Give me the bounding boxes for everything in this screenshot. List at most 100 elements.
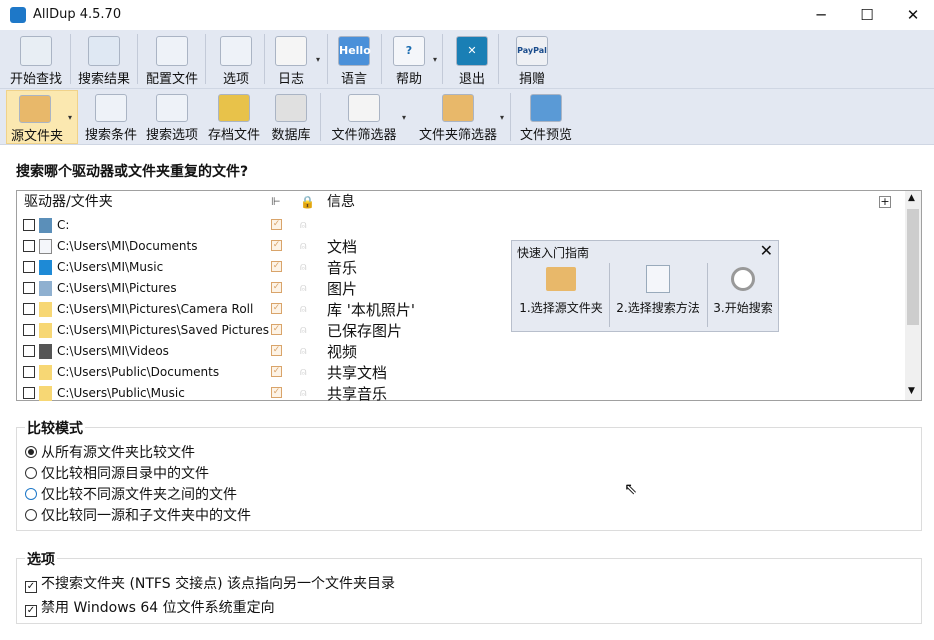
dropdown-arrow-icon[interactable]: ▾ bbox=[316, 55, 320, 64]
toolbar-button-label: 文件夹筛选器 bbox=[418, 128, 497, 143]
include-subfolders-checkbox[interactable]: ✓ bbox=[271, 282, 282, 293]
include-subfolders-checkbox[interactable]: ✓ bbox=[271, 219, 282, 230]
folder-info: 库 '本机照片' bbox=[327, 301, 416, 319]
toolbar-button-search-criteria[interactable]: 搜索条件 bbox=[82, 90, 140, 144]
dropdown-arrow-icon[interactable]: ▾ bbox=[402, 113, 406, 122]
toolbar-button-log[interactable]: 日志 bbox=[266, 32, 316, 88]
folder-filter-icon bbox=[442, 94, 474, 122]
add-folder-button[interactable]: + bbox=[879, 196, 891, 208]
minimize-button[interactable]: ─ bbox=[798, 0, 844, 30]
dropdown-arrow-icon[interactable]: ▾ bbox=[500, 113, 504, 122]
toolbar-button-save-results[interactable]: 搜索结果 bbox=[72, 32, 136, 88]
row-checkbox[interactable] bbox=[23, 219, 35, 231]
lock-icon[interactable]: ⍝ bbox=[300, 365, 307, 379]
include-subfolders-checkbox[interactable]: ✓ bbox=[271, 324, 282, 335]
include-subfolders-checkbox[interactable]: ✓ bbox=[271, 387, 282, 398]
toolbar-button-paypal[interactable]: PayPal 捐赠 bbox=[502, 32, 562, 88]
toolbar-button-magnifier[interactable]: 开始查找 bbox=[4, 32, 68, 88]
toolbar-button-config-file[interactable]: 配置文件 bbox=[140, 32, 204, 88]
source-folder-icon bbox=[19, 95, 51, 123]
toolbar-button-search-options[interactable]: 搜索选项 bbox=[142, 90, 202, 144]
row-checkbox[interactable] bbox=[23, 345, 35, 357]
step-label: 2.选择搜索方法 bbox=[616, 301, 700, 315]
row-checkbox[interactable] bbox=[23, 261, 35, 273]
lock-icon[interactable]: ⍝ bbox=[300, 260, 307, 274]
dropdown-arrow-icon[interactable]: ▾ bbox=[433, 55, 437, 64]
checkbox-label: 禁用 Windows 64 位文件系统重定向 bbox=[41, 600, 275, 616]
row-checkbox[interactable] bbox=[23, 240, 35, 252]
picture-icon bbox=[39, 281, 52, 296]
close-button[interactable]: ✕ bbox=[890, 0, 934, 30]
row-checkbox[interactable] bbox=[23, 282, 35, 294]
include-subfolders-checkbox[interactable]: ✓ bbox=[271, 303, 282, 314]
maximize-button[interactable]: ☐ bbox=[844, 0, 890, 30]
compare-mode-radio[interactable]: 仅比较同一源和子文件夹中的文件 bbox=[25, 505, 251, 525]
quick-start-step-search[interactable]: 3.开始搜索 bbox=[708, 263, 778, 329]
lock-icon[interactable]: ⍝ bbox=[300, 323, 307, 337]
toolbar-button-folder-filter[interactable]: 文件夹筛选器 bbox=[410, 90, 506, 144]
scroll-down-icon[interactable]: ▼ bbox=[908, 386, 915, 396]
folder-icon bbox=[39, 323, 52, 338]
quick-start-close-button[interactable]: ✕ bbox=[760, 241, 773, 260]
compare-mode-radio[interactable]: 仅比较相同源目录中的文件 bbox=[25, 463, 209, 483]
row-checkbox[interactable] bbox=[23, 303, 35, 315]
quick-start-panel: 快速入门指南 ✕ 1.选择源文件夹 2.选择搜索方法 3.开始搜索 bbox=[511, 240, 779, 332]
toolbar-button-language[interactable]: Hello 语言 bbox=[331, 32, 377, 88]
scroll-up-icon[interactable]: ▲ bbox=[908, 193, 915, 203]
folder-row[interactable]: C: ✓ ⍝ bbox=[17, 215, 907, 236]
include-subfolders-checkbox[interactable]: ✓ bbox=[271, 345, 282, 356]
folder-row[interactable]: C:\Users\Public\Music ✓ ⍝ 共享音乐 bbox=[17, 383, 907, 404]
dropdown-arrow-icon[interactable]: ▾ bbox=[68, 113, 72, 122]
lock-icon[interactable]: ⍝ bbox=[300, 344, 307, 358]
toolbar-button-file-preview[interactable]: 文件预览 bbox=[512, 90, 580, 144]
row-checkbox[interactable] bbox=[23, 387, 35, 399]
toolbar-separator bbox=[264, 34, 265, 84]
lock-icon[interactable]: ⍝ bbox=[300, 218, 307, 232]
toolbar-button-database[interactable]: 数据库 bbox=[266, 90, 316, 144]
toolbar-button-label: 搜索结果 bbox=[77, 72, 130, 87]
app-icon bbox=[10, 7, 26, 23]
option-checkbox[interactable]: ✓ 不搜索文件夹 (NTFS 交接点) 该点指向另一个文件夹目录 bbox=[25, 573, 395, 593]
folder-list[interactable]: 驱动器/文件夹 ⊩ 🔒 信息 + C: ✓ ⍝ C:\Users\MI\Documen… bbox=[16, 190, 922, 404]
folder-row[interactable]: C:\Users\MI\Videos ✓ ⍝ 视频 bbox=[17, 341, 907, 362]
compare-mode-radio[interactable]: 仅比较不同源文件夹之间的文件 bbox=[25, 484, 237, 504]
option-checkbox[interactable]: ✓ 禁用 Windows 64 位文件系统重定向 bbox=[25, 597, 275, 617]
row-checkbox[interactable] bbox=[23, 366, 35, 378]
lock-icon[interactable]: ⍝ bbox=[300, 302, 307, 316]
folder-path: C:\Users\MI\Pictures bbox=[57, 281, 177, 295]
column-header-info[interactable]: 信息 bbox=[327, 191, 355, 213]
compare-mode-radio[interactable]: 从所有源文件夹比较文件 bbox=[25, 442, 195, 462]
include-subfolders-checkbox[interactable]: ✓ bbox=[271, 366, 282, 377]
checkbox-indicator: ✓ bbox=[25, 581, 37, 593]
toolbar-button-label: 日志 bbox=[277, 72, 304, 87]
quick-start-step-source[interactable]: 1.选择源文件夹 bbox=[514, 263, 608, 329]
log-icon bbox=[275, 36, 307, 66]
quick-start-title: 快速入门指南 bbox=[517, 246, 590, 260]
options-group: 选项 ✓ 不搜索文件夹 (NTFS 交接点) 该点指向另一个文件夹目录 ✓ 禁用 Wi… bbox=[16, 549, 922, 624]
column-header-folder[interactable]: 驱动器/文件夹 bbox=[24, 191, 113, 213]
folder-info: 图片 bbox=[327, 280, 358, 298]
toolbar-button-exit[interactable]: ✕ 退出 bbox=[446, 32, 498, 88]
drive-icon bbox=[39, 218, 52, 233]
radio-label: 仅比较相同源目录中的文件 bbox=[41, 466, 209, 482]
include-subfolders-checkbox[interactable]: ✓ bbox=[271, 261, 282, 272]
subfolder-column-icon[interactable]: ⊩ bbox=[271, 191, 281, 213]
lock-column-icon[interactable]: 🔒 bbox=[300, 191, 315, 213]
row-checkbox[interactable] bbox=[23, 324, 35, 336]
toolbar-button-archive[interactable]: 存档文件 bbox=[204, 90, 264, 144]
include-subfolders-checkbox[interactable]: ✓ bbox=[271, 240, 282, 251]
toolbar-button-label: 搜索条件 bbox=[84, 128, 137, 143]
mouse-cursor-icon: ⇖ bbox=[624, 479, 638, 498]
lock-icon[interactable]: ⍝ bbox=[300, 239, 307, 253]
toolbar-button-options[interactable]: 选项 bbox=[208, 32, 264, 88]
quick-start-step-method[interactable]: 2.选择搜索方法 bbox=[610, 263, 706, 329]
lock-icon[interactable]: ⍝ bbox=[300, 386, 307, 400]
scrollbar-thumb[interactable] bbox=[907, 209, 919, 325]
database-icon bbox=[275, 94, 307, 122]
lock-icon[interactable]: ⍝ bbox=[300, 281, 307, 295]
toolbar-separator bbox=[137, 34, 138, 84]
toolbar-button-file-filter[interactable]: 文件筛选器 bbox=[324, 90, 404, 144]
folder-row[interactable]: C:\Users\Public\Documents ✓ ⍝ 共享文档 bbox=[17, 362, 907, 383]
vertical-scrollbar[interactable]: ▲ ▼ bbox=[905, 191, 921, 400]
toolbar-button-help[interactable]: ? 帮助 bbox=[386, 32, 432, 88]
